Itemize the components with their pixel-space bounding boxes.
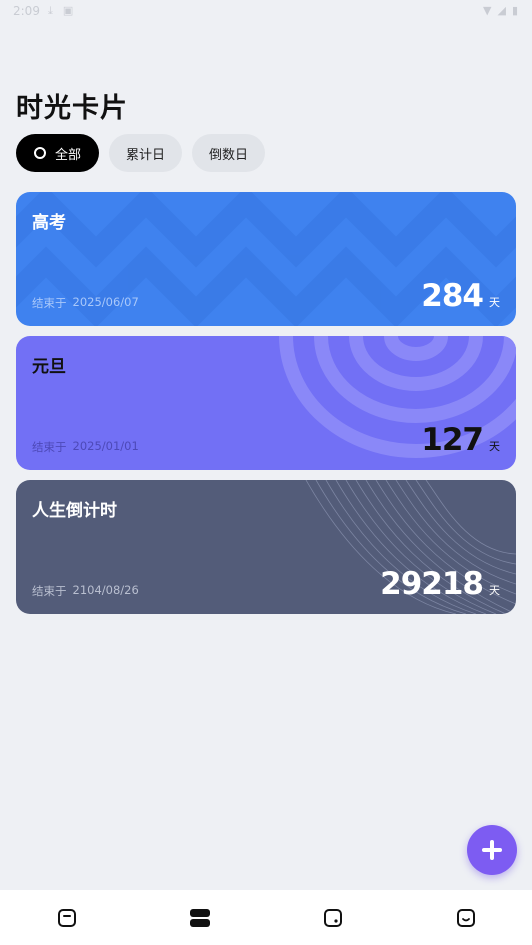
bottom-nav: [0, 890, 532, 945]
nav-item-square[interactable]: [266, 890, 399, 945]
day-unit: 天: [489, 440, 500, 453]
card-title: 元旦: [32, 357, 66, 377]
app-screen: 2:09 ⤓ ▣ ▼ ◢ ▮ 时光卡片 全部 累计日 倒数日 高考 结束于 20…: [0, 0, 532, 945]
card-day-count: 284 天: [421, 278, 500, 314]
filter-chip-cumulative[interactable]: 累计日: [109, 134, 182, 172]
card-end-date: 结束于 2104/08/26: [32, 583, 139, 599]
smile-icon: [456, 908, 475, 927]
day-number: 127: [421, 422, 484, 458]
nav-item-profile[interactable]: [399, 890, 532, 945]
end-date-value: 2025/01/01: [72, 439, 139, 453]
time-card[interactable]: 元旦 结束于 2025/01/01 127 天: [16, 336, 516, 470]
add-card-button[interactable]: [467, 825, 517, 875]
day-unit: 天: [489, 296, 500, 309]
end-date-prefix: 结束于: [32, 296, 67, 310]
card-end-date: 结束于 2025/01/01: [32, 439, 139, 455]
card-title: 高考: [32, 213, 66, 233]
card-day-count: 127 天: [421, 422, 500, 458]
battery-icon: ▮: [511, 4, 518, 17]
filter-chip-label: 倒数日: [208, 147, 248, 163]
download-icon: ⤓: [48, 4, 53, 17]
app-notification-icon: ▣: [62, 4, 74, 17]
wifi-icon: ▼: [483, 4, 492, 17]
selected-ring-icon: [33, 147, 46, 159]
card-icon: [57, 908, 76, 927]
nav-item-stack[interactable]: [133, 890, 266, 945]
card-end-date: 结束于 2025/06/07: [32, 295, 139, 311]
signal-icon: ◢: [497, 4, 506, 17]
stack-icon: [189, 908, 210, 927]
status-notification-icons: ⤓ ▣: [48, 4, 73, 18]
filter-chip-label: 全部: [54, 147, 81, 163]
time-card[interactable]: 高考 结束于 2025/06/07 284 天: [16, 192, 516, 326]
end-date-prefix: 结束于: [32, 584, 67, 598]
time-card[interactable]: 人生倒计时 结束于 2104/08/26 29218 天: [16, 480, 516, 614]
filter-chip-all[interactable]: 全部: [16, 134, 99, 172]
end-date-value: 2025/06/07: [72, 295, 139, 309]
end-date-value: 2104/08/26: [72, 583, 139, 597]
status-time: 2:09: [13, 4, 40, 18]
square-dot-icon: [323, 908, 342, 927]
status-system-icons: ▼ ◢ ▮: [483, 4, 518, 17]
page-title: 时光卡片: [16, 93, 128, 124]
filter-chip-countdown[interactable]: 倒数日: [192, 134, 265, 172]
day-number: 29218: [380, 566, 484, 602]
filter-chips: 全部 累计日 倒数日: [16, 134, 265, 172]
end-date-prefix: 结束于: [32, 440, 67, 454]
filter-chip-label: 累计日: [125, 147, 165, 163]
status-bar: 2:09 ⤓ ▣ ▼ ◢ ▮: [0, 0, 532, 24]
day-unit: 天: [489, 584, 500, 597]
nav-item-cards[interactable]: [0, 890, 133, 945]
card-title: 人生倒计时: [32, 501, 117, 521]
card-day-count: 29218 天: [380, 566, 500, 602]
day-number: 284: [421, 278, 484, 314]
